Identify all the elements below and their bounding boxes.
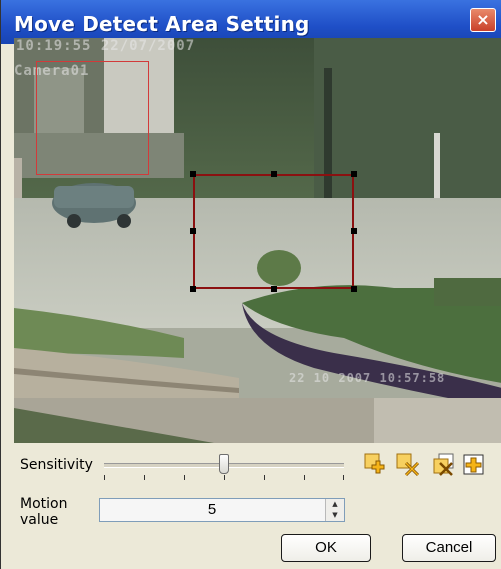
delete-area-icon [396, 453, 420, 477]
full-area-icon [463, 454, 484, 475]
resize-handle-s[interactable] [271, 286, 277, 292]
motion-value[interactable]: 5 [100, 501, 324, 518]
slider-ticks [104, 475, 344, 481]
osd-timestamp: 10:19:55 22/07/2007 [16, 38, 196, 54]
resize-handle-nw[interactable] [190, 171, 196, 177]
resize-handle-n[interactable] [271, 171, 277, 177]
arrow-up-icon: ▲ [332, 500, 338, 508]
detect-area-1[interactable] [36, 61, 149, 175]
full-area-button[interactable] [462, 453, 486, 477]
camera-preview[interactable]: 10:19:55 22/07/2007 Camera01 22 10 2007 … [14, 38, 501, 443]
cancel-button[interactable]: Cancel [402, 534, 496, 562]
ok-button[interactable]: OK [281, 534, 371, 562]
clear-all-icon [433, 453, 454, 476]
delete-area-button[interactable] [396, 453, 420, 477]
dialog-window: Move Detect Area Setting × 10:19:55 22/0… [0, 0, 501, 569]
close-icon: × [476, 10, 490, 29]
clear-all-button[interactable] [432, 453, 456, 477]
resize-handle-ne[interactable] [351, 171, 357, 177]
resize-handle-sw[interactable] [190, 286, 196, 292]
resize-handle-w[interactable] [190, 228, 196, 234]
slider-thumb[interactable] [219, 454, 229, 474]
resize-handle-se[interactable] [351, 286, 357, 292]
stepper-down-button[interactable]: ▼ [326, 510, 344, 521]
close-button[interactable]: × [470, 8, 496, 32]
motion-value-stepper[interactable]: 5 ▲ ▼ [99, 498, 345, 522]
settings-panel: Sensitivity Motion value 5 ▲ ▼ OK Cancel [14, 443, 501, 569]
window-title: Move Detect Area Setting [14, 12, 310, 36]
resize-handle-e[interactable] [351, 228, 357, 234]
stepper-buttons: ▲ ▼ [325, 499, 344, 521]
arrow-down-icon: ▼ [332, 511, 338, 519]
osd-bottom-timestamp: 22 10 2007 10:57:58 [289, 371, 446, 385]
sensitivity-label: Sensitivity [20, 457, 93, 473]
motion-label-line1: Motion [20, 496, 68, 512]
add-area-button[interactable] [364, 453, 388, 477]
detect-area-2-selected[interactable] [190, 171, 357, 292]
motion-label-line2: value [20, 512, 59, 528]
add-area-icon [364, 453, 385, 474]
